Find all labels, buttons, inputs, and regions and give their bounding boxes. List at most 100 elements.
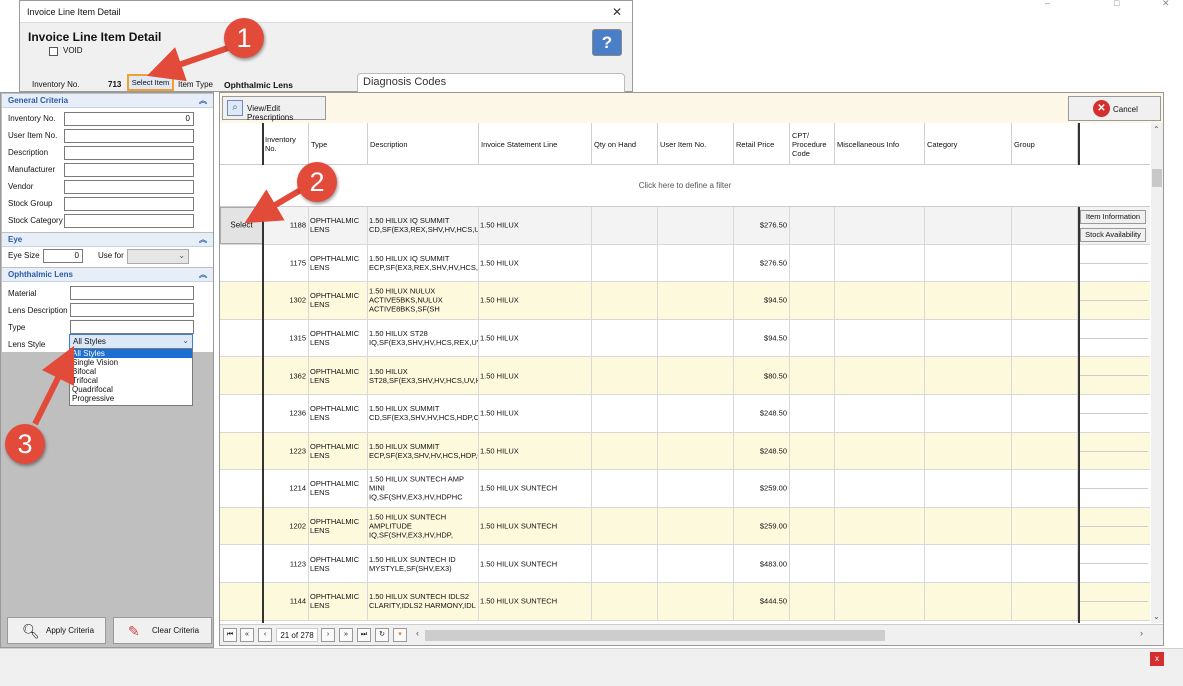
vertical-scrollbar[interactable]: ⌃ ⌄: [1151, 123, 1163, 623]
vendor-input[interactable]: [64, 180, 194, 194]
table-cell: [790, 545, 835, 582]
field-label: Description: [8, 148, 49, 157]
table-cell: $94.50: [734, 319, 790, 357]
table-cell: [658, 357, 734, 394]
refresh-icon[interactable]: ↻: [375, 628, 389, 642]
help-icon[interactable]: ?: [592, 29, 622, 56]
prescription-icon: ⌕: [227, 100, 243, 116]
table-cell: 1188: [263, 207, 309, 244]
minimize-icon[interactable]: –: [1045, 0, 1050, 8]
first-page-icon[interactable]: ⏮: [223, 628, 237, 642]
last-page-icon[interactable]: ⏭: [357, 628, 371, 642]
clear-criteria-button[interactable]: ✎ Clear Criteria: [113, 617, 212, 644]
prev-page-icon[interactable]: ‹: [258, 628, 272, 642]
table-cell: Item Information Stock Availability: [1078, 207, 1150, 244]
lens-style-select[interactable]: All Styles ⌄: [69, 334, 193, 349]
column-header[interactable]: Miscellaneous Info: [835, 123, 925, 165]
stock-availability-button[interactable]: Stock Availability: [1080, 228, 1146, 242]
cancel-button[interactable]: ✕ Cancel: [1068, 96, 1161, 121]
material-input[interactable]: [70, 286, 194, 300]
description: 1.50 HILUX SUNTECH AMPLITUDE IQ,SF(SHV,E…: [369, 512, 453, 540]
table-row[interactable]: 1144 OPHTHALMIC LENS 1.50 HILUX SUNTECH ID…: [220, 583, 1150, 621]
horizontal-scrollbar[interactable]: [425, 630, 885, 641]
table-row[interactable]: 1202 OPHTHALMIC LENS 1.50 HILUX SUNTECH AM…: [220, 507, 1150, 546]
lens-description-input[interactable]: [70, 303, 194, 317]
table-row[interactable]: 1362 OPHTHALMIC LENS 1.50 HILUX ST28,SF(EX…: [220, 357, 1150, 395]
table-row[interactable]: 1315 OPHTHALMIC LENS 1.50 HILUX ST28 IQ,SF…: [220, 319, 1150, 358]
next-page-icon[interactable]: ›: [321, 628, 335, 642]
scroll-down-icon[interactable]: ⌄: [1153, 612, 1160, 621]
ophthalmic-lens-header[interactable]: Ophthalmic Lens ︽: [2, 268, 213, 282]
table-row[interactable]: 1214 OPHTHALMIC LENS 1.50 HILUX SUNTECH AM…: [220, 470, 1150, 508]
column-header[interactable]: Retail Price: [734, 123, 790, 165]
select-item-button[interactable]: Select Item: [127, 74, 174, 91]
close-icon[interactable]: x: [1150, 652, 1164, 666]
stock-group-input[interactable]: [64, 197, 194, 211]
void-checkbox[interactable]: [49, 47, 58, 56]
table-row[interactable]: 1236 OPHTHALMIC LENS 1.50 HILUX SUMMIT CD,…: [220, 395, 1150, 433]
lens-style-option[interactable]: All Styles: [70, 349, 192, 358]
invoice-statement-line: 1.50 HILUX: [480, 446, 519, 456]
type: OPHTHALMIC LENS: [310, 291, 360, 310]
use-for-select[interactable]: ⌄: [127, 249, 189, 264]
maximize-icon[interactable]: □: [1114, 0, 1119, 8]
lens-style-option[interactable]: Progressive: [70, 394, 192, 403]
column-header[interactable]: User Item No.: [658, 123, 734, 165]
collapse-icon[interactable]: ︽: [199, 95, 207, 106]
close-icon[interactable]: ✕: [1162, 0, 1170, 9]
lens-style-option[interactable]: Trifocal: [70, 376, 192, 385]
column-header[interactable]: Type: [309, 123, 368, 165]
user-item-no-input[interactable]: [64, 129, 194, 143]
page-title: Invoice Line Item Detail: [28, 30, 162, 44]
type-input[interactable]: [70, 320, 194, 334]
next-set-icon[interactable]: »: [339, 628, 353, 642]
select-row-button[interactable]: Select: [220, 207, 263, 244]
table-row[interactable]: 1223 OPHTHALMIC LENS 1.50 HILUX SUMMIT ECP…: [220, 432, 1150, 471]
column-header[interactable]: Invoice Statement Line: [479, 123, 592, 165]
scroll-right-icon[interactable]: ›: [1140, 628, 1143, 638]
table-cell: [1078, 545, 1150, 582]
inventory-no: 1144: [289, 596, 306, 606]
filter-icon[interactable]: ▾: [393, 628, 407, 642]
column-header[interactable]: Qty on Hand: [592, 123, 658, 165]
lens-style-option[interactable]: Single Vision: [70, 358, 192, 367]
lens-style-option[interactable]: Bifocal: [70, 367, 192, 376]
column-header[interactable]: Group: [1012, 123, 1078, 165]
view-edit-prescriptions-button[interactable]: ⌕ View/Edit Prescriptions: [222, 96, 326, 122]
column-header[interactable]: Category: [925, 123, 1012, 165]
invoice-statement-line: 1.50 HILUX: [480, 408, 519, 418]
collapse-icon[interactable]: ︽: [199, 269, 207, 280]
scroll-thumb[interactable]: [1152, 169, 1162, 187]
scroll-up-icon[interactable]: ⌃: [1153, 125, 1160, 134]
column-header[interactable]: Inventory No.: [263, 123, 309, 165]
stock-category-input[interactable]: [64, 214, 194, 228]
page-info: 21 of 278: [276, 628, 318, 642]
column-header[interactable]: Description: [368, 123, 479, 165]
table-row[interactable]: Select 1188 OPHTHALMIC LENS 1.50 HILUX IQ S…: [220, 207, 1150, 245]
lens-style-option[interactable]: Quadrifocal: [70, 385, 192, 394]
apply-criteria-button[interactable]: 🔍︎ Apply Criteria: [7, 617, 106, 644]
table-row[interactable]: 1123 OPHTHALMIC LENS 1.50 HILUX SUNTECH ID…: [220, 545, 1150, 583]
prev-set-icon[interactable]: «: [240, 628, 254, 642]
table-row[interactable]: 1175 OPHTHALMIC LENS 1.50 HILUX IQ SUMMIT …: [220, 244, 1150, 283]
table-cell: [1012, 282, 1078, 319]
collapse-icon[interactable]: ︽: [199, 234, 207, 245]
description-input[interactable]: [64, 146, 194, 160]
table-row[interactable]: 1302 OPHTHALMIC LENS 1.50 HILUX NULUX ACTI…: [220, 282, 1150, 320]
filter-row[interactable]: Click here to define a filter: [220, 165, 1150, 207]
column-header[interactable]: CPT/ Procedure Code: [790, 123, 835, 165]
description: 1.50 HILUX IQ SUMMIT CD,SF(EX3,REX,SHV,H…: [369, 216, 479, 235]
type: OPHTHALMIC LENS: [310, 517, 360, 536]
column-divider: [1078, 123, 1080, 165]
table-cell: [835, 545, 925, 582]
manufacturer-input[interactable]: [64, 163, 194, 177]
general-criteria-header[interactable]: General Criteria ︽: [2, 94, 213, 108]
eye-size-input[interactable]: 0: [43, 249, 83, 263]
item-information-button[interactable]: Item Information: [1080, 210, 1146, 224]
close-icon[interactable]: ✕: [612, 5, 622, 19]
table-cell: [925, 244, 1012, 282]
eye-header[interactable]: Eye ︽: [2, 233, 213, 247]
scroll-left-icon[interactable]: ‹: [416, 628, 419, 638]
inventory-no-input[interactable]: 0: [64, 112, 194, 126]
table-cell: [592, 395, 658, 432]
